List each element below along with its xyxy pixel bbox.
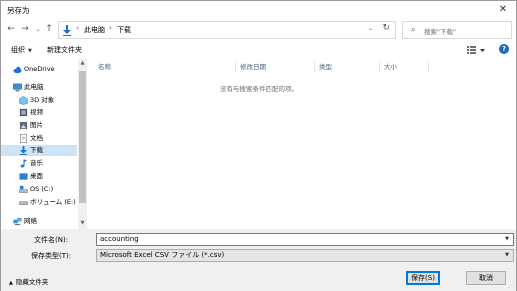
nav-item-this-pc[interactable]: 此电脑 [1,82,77,93]
new-folder-button[interactable]: 新建文件夹 [47,45,82,55]
nav-item-os-c[interactable]: OS (C:) [1,184,77,195]
nav-item-downloads[interactable]: 下载 [1,145,77,156]
breadcrumb-this-pc[interactable]: 此电脑 [84,25,105,35]
file-list: 名称 修改日期 类型 大小 没有与搜索条件匹配的项。 [89,59,516,229]
column-divider[interactable] [314,61,315,73]
search-placeholder: 搜索"下载" [424,28,456,36]
column-header-name[interactable]: 名称 [98,61,111,73]
empty-results-message: 没有与搜索条件匹配的项。 [220,85,298,93]
filetype-select[interactable]: Microsoft Excel CSV ファイル (*.csv) ▼ [96,249,514,262]
breadcrumb-separator: › [109,24,112,32]
nav-item-label: ボリューム (E:) [30,198,76,206]
nav-item-label: 文档 [30,134,43,142]
address-history-chevron-icon[interactable]: ⌄ [368,25,373,32]
address-row: ← → ⌄ ↑ › 此电脑 › 下载 ⌄ ↻ ⌕ 搜索"下载" [1,19,516,41]
nav-item-label: 此电脑 [24,83,44,91]
chevron-down-icon[interactable]: ▼ [505,234,509,245]
hide-folders-toggle[interactable]: ▲ 隐藏文件夹 [9,276,48,286]
address-bar[interactable]: › 此电脑 › 下载 ⌄ ↻ [58,21,396,39]
chevron-up-icon: ▲ [9,280,13,286]
hide-folders-label: 隐藏文件夹 [15,278,49,286]
dialog-title: 另存为 [7,6,30,15]
drive-icon [19,201,28,205]
scroll-up-arrow-icon[interactable]: ▲ [78,60,87,66]
nav-item-label: 下载 [30,146,43,154]
close-button[interactable]: ✕ [496,3,510,17]
column-header-modified[interactable]: 修改日期 [240,61,266,73]
resize-grip-icon[interactable]: ⋰ [508,282,514,289]
document-icon [20,134,27,143]
network-icon [13,217,22,226]
nav-item-pictures[interactable]: 图片 [1,120,77,131]
cloud-icon [13,66,22,74]
cube-icon [19,96,28,105]
nav-item-label: OneDrive [24,65,55,73]
nav-item-label: 3D 对象 [30,96,55,104]
organize-label: 组织 [11,46,25,54]
breadcrumb-downloads[interactable]: 下载 [117,25,131,35]
filetype-label: 保存类型(T): [31,252,72,260]
video-icon [19,108,28,117]
nav-item-music[interactable]: 音乐 [1,158,77,169]
organize-button[interactable]: 组织 ▼ [11,45,32,55]
desktop-icon [19,173,28,180]
nav-item-label: 图片 [30,121,43,129]
music-icon [20,159,28,168]
filename-field[interactable]: accounting ▼ [96,233,514,246]
filetype-value: Microsoft Excel CSV ファイル (*.csv) [100,251,225,259]
cancel-button[interactable]: 取消 [466,271,506,285]
scroll-down-arrow-icon[interactable]: ▼ [78,220,87,226]
column-divider[interactable] [379,61,380,73]
nav-scrollbar[interactable]: ▲ ▼ [78,59,87,229]
nav-item-desktop[interactable]: 桌面 [1,171,77,182]
nav-item-label: 音乐 [30,159,43,167]
nav-item-label: OS (C:) [30,185,54,193]
search-input[interactable]: ⌕ 搜索"下载" [402,21,512,39]
nav-item-onedrive[interactable]: OneDrive [1,64,77,75]
filename-value: accounting [100,235,139,243]
help-icon[interactable]: ? [499,44,509,54]
scrollbar-thumb[interactable] [79,71,86,203]
forward-arrow-icon[interactable]: → [19,23,31,36]
title-bar: 另存为 ✕ [1,1,516,19]
command-toolbar: 组织 ▼ 新建文件夹 ? [1,41,516,58]
chevron-down-icon: ▼ [505,252,509,258]
nav-item-documents[interactable]: 文档 [1,133,77,144]
nav-item-label: 桌面 [30,172,43,180]
navigation-pane: OneDrive 此电脑 3D 对象 视频 图片 文档 下载 音乐 桌面 OS … [1,59,87,229]
picture-icon [19,121,28,130]
search-icon: ⌕ [411,25,416,34]
column-header-size[interactable]: 大小 [384,61,397,73]
download-icon [19,146,28,155]
breadcrumb-separator: › [76,24,79,32]
refresh-icon[interactable]: ↻ [382,23,390,33]
nav-item-volume-e[interactable]: ボリューム (E:) [1,197,77,208]
nav-item-network[interactable]: 网络 [1,216,77,227]
download-icon [63,25,71,36]
view-options-icon[interactable] [466,44,486,55]
nav-item-videos[interactable]: 视频 [1,107,77,118]
nav-item-3d-objects[interactable]: 3D 对象 [1,95,77,106]
back-arrow-icon[interactable]: ← [5,23,17,36]
chevron-down-icon: ▼ [28,48,32,54]
filename-label: 文件名(N): [34,236,69,244]
column-header-type[interactable]: 类型 [319,61,332,73]
save-button[interactable]: 保存(S) [406,271,440,285]
drive-icon [19,185,28,193]
nav-item-label: 网络 [24,217,37,225]
column-divider[interactable] [428,61,429,73]
up-arrow-icon[interactable]: ↑ [43,23,55,36]
column-divider[interactable] [235,61,236,73]
computer-icon [13,83,22,92]
save-as-dialog: 另存为 ✕ ← → ⌄ ↑ › 此电脑 › 下载 ⌄ ↻ ⌕ 搜索"下载" 组织… [0,0,517,291]
save-form: 文件名(N): accounting ▼ 保存类型(T): Microsoft … [1,229,516,291]
nav-item-label: 视频 [30,108,43,116]
